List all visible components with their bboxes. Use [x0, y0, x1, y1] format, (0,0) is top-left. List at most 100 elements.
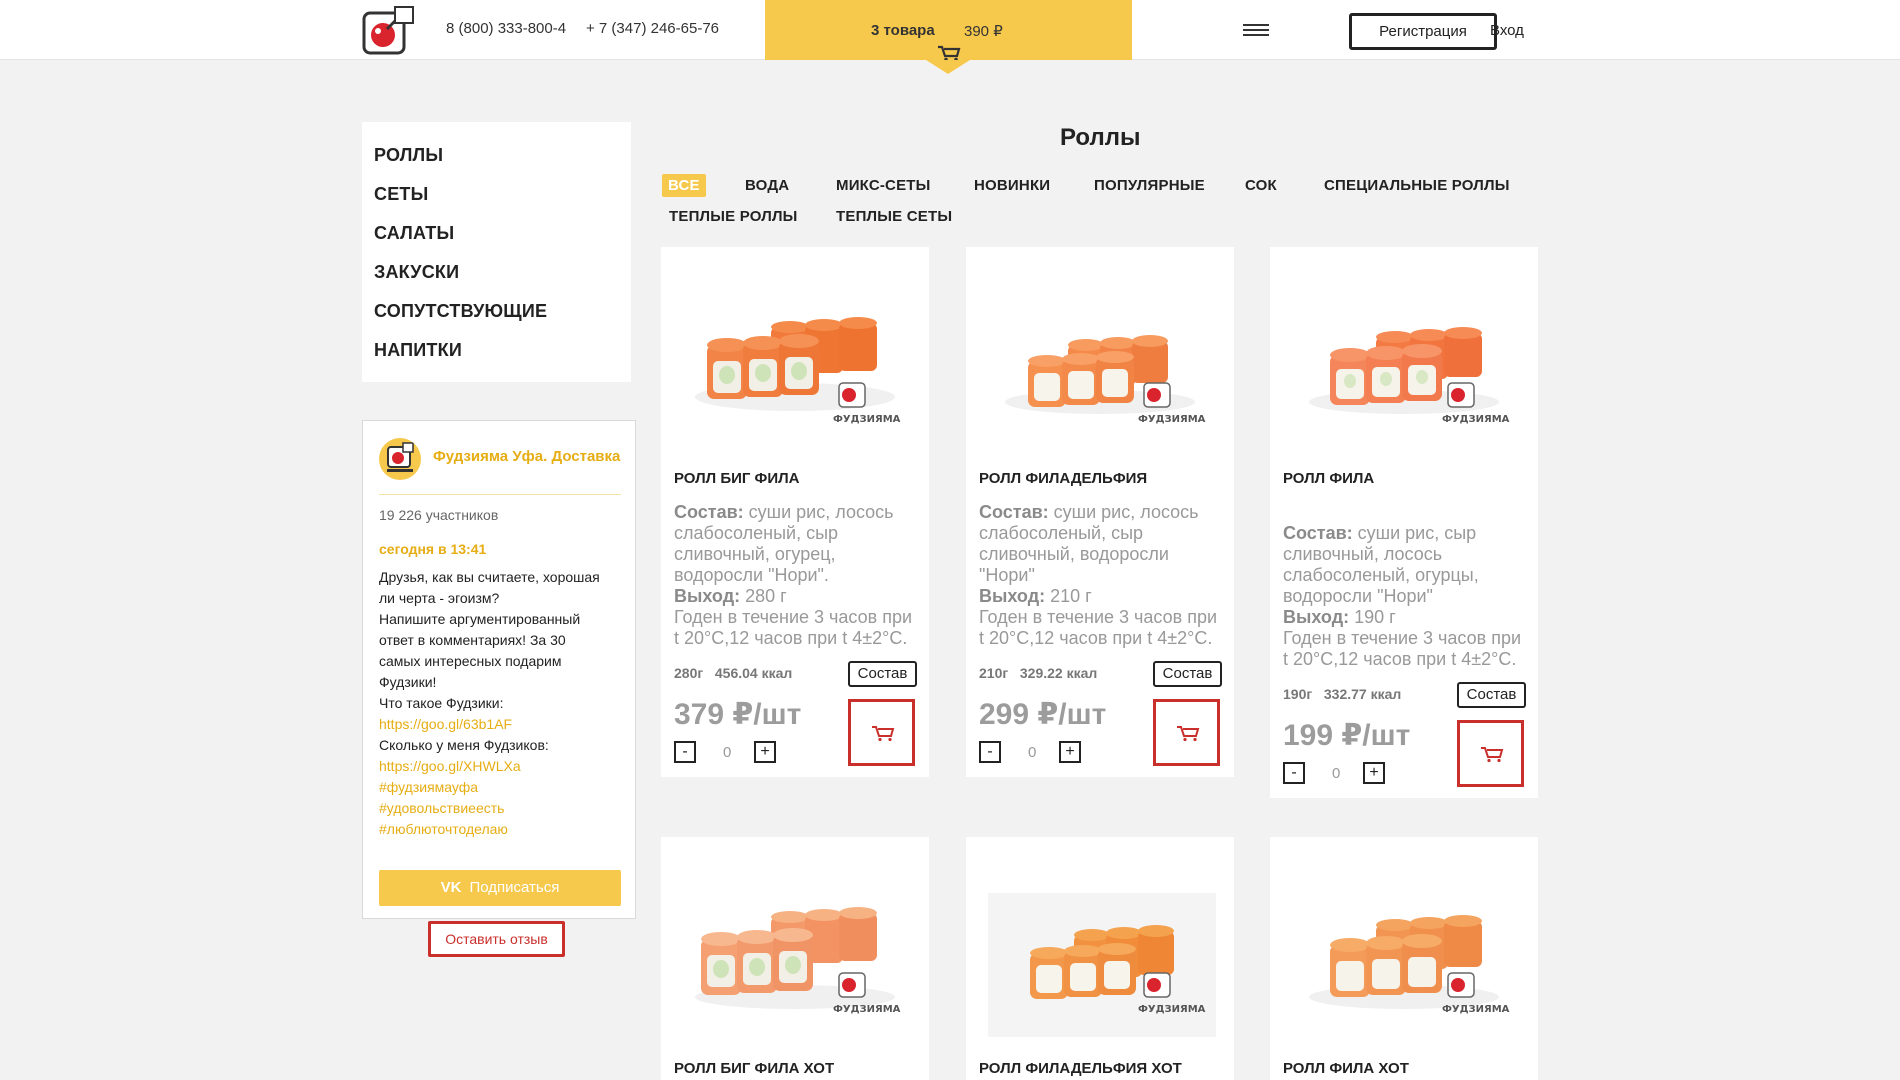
- cart-icon: [1481, 747, 1504, 763]
- shelf-life-text: Годен в течение 3 часов при t 20°С,12 ча…: [1283, 628, 1522, 669]
- hashtag[interactable]: #люблюточтоделаю: [379, 819, 629, 840]
- product-name[interactable]: РОЛЛ ФИЛА ХОТ: [1283, 1060, 1409, 1077]
- phone-number-2[interactable]: + 7 (347) 246-65-76: [586, 20, 719, 37]
- quantity-value: 0: [723, 744, 732, 761]
- post-line: Сколько у меня Фудзиков:: [379, 737, 549, 753]
- composition-button[interactable]: Состав: [848, 661, 917, 687]
- composition-button[interactable]: Состав: [1457, 682, 1526, 708]
- members-count: 19 226 участников: [379, 507, 499, 523]
- output-label: Выход:: [1283, 607, 1350, 627]
- menu-icon[interactable]: [1243, 24, 1269, 38]
- product-image[interactable]: ФУДЗИЯМА: [1280, 267, 1528, 447]
- brand-mark: ФУДЗИЯМА: [833, 1004, 901, 1015]
- brand-mark: ФУДЗИЯМА: [1138, 1004, 1206, 1015]
- product-name[interactable]: РОЛЛ ФИЛАДЕЛЬФИЯ ХОТ: [979, 1060, 1182, 1077]
- sidebar-item-sets[interactable]: СЕТЫ: [374, 184, 428, 205]
- product-description: Состав: суши рис, сыр сливочный, лосось …: [1283, 523, 1528, 670]
- leave-review-button[interactable]: Оставить отзыв: [428, 921, 565, 957]
- tab-warm-sets[interactable]: ТЕПЛЫЕ СЕТЫ: [836, 208, 952, 225]
- product-name[interactable]: РОЛЛ ФИЛАДЕЛЬФИЯ: [979, 470, 1147, 487]
- register-button[interactable]: Регистрация: [1349, 13, 1497, 50]
- product-kcal: 329.22 ккал: [1019, 665, 1098, 681]
- composition-label: Состав:: [979, 502, 1049, 522]
- community-avatar[interactable]: [379, 438, 421, 480]
- composition-label: Состав:: [1283, 523, 1353, 543]
- output-value: 210 г: [1050, 586, 1092, 606]
- product-meta: 280г 456.04 ккал: [674, 665, 792, 681]
- product-weight: 210г: [979, 665, 1009, 681]
- product-card: ФУДЗИЯМА РОЛЛ БИГ ФИЛА ХОТ: [661, 837, 929, 1080]
- output-label: Выход:: [979, 586, 1046, 606]
- tab-mix-sets[interactable]: МИКС-СЕТЫ: [836, 177, 931, 194]
- product-name[interactable]: РОЛЛ ФИЛА: [1283, 470, 1374, 487]
- add-to-cart-button[interactable]: [848, 699, 915, 766]
- product-card: ФУДЗИЯМА РОЛЛ ФИЛАДЕЛЬФИЯ ХОТ: [966, 837, 1234, 1080]
- page-title: Роллы: [1060, 124, 1141, 151]
- product-image[interactable]: ФУДЗИЯМА: [976, 267, 1224, 447]
- shelf-life-text: Годен в течение 3 часов при t 20°С,12 ча…: [674, 607, 913, 648]
- product-kcal: 332.77 ккал: [1323, 686, 1402, 702]
- increase-qty-button[interactable]: +: [1059, 741, 1081, 763]
- cart-icon: [872, 726, 895, 742]
- post-line: Фудзики!: [379, 674, 437, 690]
- subscribe-button[interactable]: VK Подписаться: [379, 870, 621, 906]
- product-weight: 280г: [674, 665, 704, 681]
- sidebar-item-accessories[interactable]: СОПУТСТВУЮЩИЕ: [374, 301, 547, 322]
- tab-water[interactable]: ВОДА: [745, 177, 789, 194]
- sidebar-item-salads[interactable]: САЛАТЫ: [374, 223, 454, 244]
- hashtag[interactable]: #фудзиямауфа: [379, 777, 629, 798]
- sidebar-item-rolls[interactable]: РОЛЛЫ: [374, 145, 443, 166]
- tab-all[interactable]: ВСЕ: [662, 174, 706, 197]
- logo[interactable]: [361, 5, 417, 57]
- product-name[interactable]: РОЛЛ БИГ ФИЛА: [674, 470, 800, 487]
- decrease-qty-button[interactable]: -: [1283, 762, 1305, 784]
- tab-special-rolls[interactable]: СПЕЦИАЛЬНЫЕ РОЛЛЫ: [1324, 177, 1510, 194]
- cart-summary[interactable]: 3 товара 390 ₽: [765, 0, 1132, 74]
- product-card: ФУДЗИЯМА РОЛЛ БИГ ФИЛА Состав: суши рис,…: [661, 247, 929, 777]
- product-image[interactable]: ФУДЗИЯМА: [976, 857, 1224, 1037]
- post-link-1[interactable]: https://goo.gl/63b1AF: [379, 714, 629, 735]
- tab-popular[interactable]: ПОПУЛЯРНЫЕ: [1094, 177, 1205, 194]
- hashtag[interactable]: #удовольствиеесть: [379, 798, 629, 819]
- product-price: 299 ₽/шт: [979, 698, 1107, 731]
- add-to-cart-button[interactable]: [1457, 720, 1524, 787]
- post-line: самых интересных подарим: [379, 653, 562, 669]
- product-kcal: 456.04 ккал: [714, 665, 793, 681]
- decrease-qty-button[interactable]: -: [674, 741, 696, 763]
- sidebar-item-snacks[interactable]: ЗАКУСКИ: [374, 262, 459, 283]
- post-line: ответ в комментариях! За 30: [379, 632, 566, 648]
- post-line: Что такое Фудзики:: [379, 695, 504, 711]
- product-image[interactable]: ФУДЗИЯМА: [671, 267, 919, 447]
- decrease-qty-button[interactable]: -: [979, 741, 1001, 763]
- tab-warm-rolls[interactable]: ТЕПЛЫЕ РОЛЛЫ: [669, 208, 798, 225]
- post-time[interactable]: сегодня в 13:41: [379, 541, 486, 557]
- post-line: ли черта - эгоизм?: [379, 590, 500, 606]
- tab-new[interactable]: НОВИНКИ: [974, 177, 1050, 194]
- phone-number-1[interactable]: 8 (800) 333-800-4: [446, 20, 566, 37]
- brand-mark: ФУДЗИЯМА: [833, 414, 901, 425]
- product-image[interactable]: ФУДЗИЯМА: [1280, 857, 1528, 1037]
- increase-qty-button[interactable]: +: [754, 741, 776, 763]
- quantity-value: 0: [1028, 744, 1037, 761]
- category-sidebar: РОЛЛЫ СЕТЫ САЛАТЫ ЗАКУСКИ СОПУТСТВУЮЩИЕ …: [362, 122, 631, 382]
- community-name[interactable]: Фудзияма Уфа. Доставка: [433, 448, 623, 465]
- product-card: ФУДЗИЯМА РОЛЛ ФИЛАДЕЛЬФИЯ Состав: суши р…: [966, 247, 1234, 777]
- post-line: Друзья, как вы считаете, хорошая: [379, 569, 600, 585]
- shelf-life-text: Годен в течение 3 часов при t 20°С,12 ча…: [979, 607, 1218, 648]
- product-description: Состав: суши рис, лосось слабосоленый, с…: [674, 502, 919, 649]
- composition-button[interactable]: Состав: [1153, 661, 1222, 687]
- post-text: Друзья, как вы считаете, хорошая ли черт…: [379, 567, 629, 840]
- product-name[interactable]: РОЛЛ БИГ ФИЛА ХОТ: [674, 1060, 834, 1077]
- output-value: 280 г: [745, 586, 787, 606]
- cart-sum: 390 ₽: [964, 23, 1003, 40]
- sidebar-item-drinks[interactable]: НАПИТКИ: [374, 340, 462, 361]
- add-to-cart-button[interactable]: [1153, 699, 1220, 766]
- login-link[interactable]: Вход: [1490, 22, 1524, 39]
- tab-juice[interactable]: СОК: [1245, 177, 1277, 194]
- post-link-2[interactable]: https://goo.gl/XHWLXa: [379, 756, 629, 777]
- brand-mark: ФУДЗИЯМА: [1442, 1004, 1510, 1015]
- increase-qty-button[interactable]: +: [1363, 762, 1385, 784]
- product-image[interactable]: ФУДЗИЯМА: [671, 857, 919, 1037]
- vk-logo-icon: VK: [440, 879, 462, 896]
- product-card: ФУДЗИЯМА РОЛЛ ФИЛА Состав: суши рис, сыр…: [1270, 247, 1538, 798]
